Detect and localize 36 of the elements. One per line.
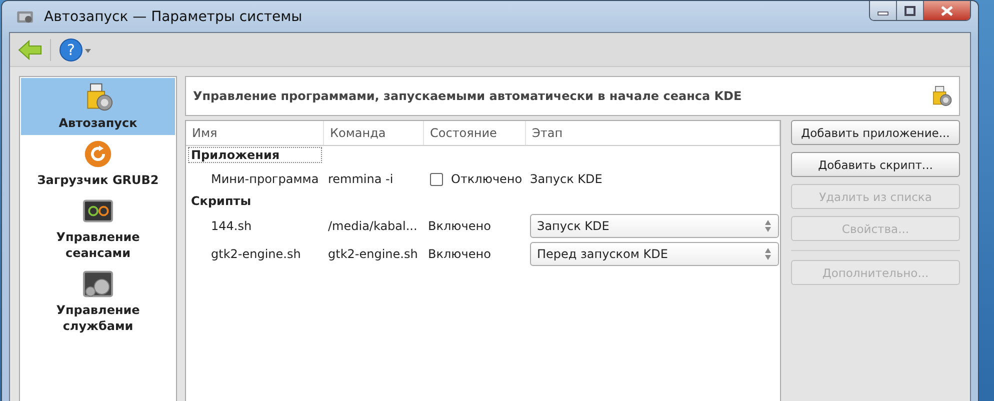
- header-title: Управление программами, запускаемыми автоматически в начале сеанса KDE: [193, 89, 742, 103]
- checkbox[interactable]: [430, 172, 443, 186]
- column-header[interactable]: Этап: [526, 121, 780, 145]
- sidebar-item[interactable]: Управление сеансами: [21, 192, 175, 265]
- group-label[interactable]: Скрипты: [188, 193, 322, 209]
- table-cell-text: remmina -i: [327, 172, 394, 186]
- table-cell-text: Мини-программа: [210, 172, 320, 186]
- table-cell-text: /media/kabal...: [327, 219, 418, 233]
- group-label[interactable]: Приложения: [188, 147, 322, 163]
- sidebar-item[interactable]: Управление службами: [21, 265, 175, 338]
- sidebar-item[interactable]: Загрузчик GRUB2: [21, 135, 175, 192]
- sidebar-item[interactable]: Автозапуск: [21, 78, 175, 135]
- minimize-button[interactable]: [870, 1, 897, 20]
- spinner-arrows-icon: [764, 247, 772, 261]
- column-header[interactable]: Состояние: [424, 121, 526, 145]
- refresh-icon: [83, 139, 113, 169]
- maximize-icon: [904, 6, 916, 16]
- status-text: Включено: [428, 219, 491, 233]
- window-title: Автозапуск — Параметры системы: [44, 8, 302, 24]
- table-cell-text: 144.sh: [210, 219, 253, 233]
- action-button[interactable]: Добавить скрипт...: [791, 152, 960, 177]
- usb-gear-icon: [930, 85, 952, 107]
- stage-dropdown[interactable]: Запуск KDE: [530, 214, 779, 238]
- table-cell-text: gtk2-engine.sh: [327, 247, 419, 261]
- column-header[interactable]: Имя: [186, 121, 324, 145]
- close-button[interactable]: [924, 1, 970, 20]
- close-icon: [940, 6, 954, 16]
- status-text: Отключено: [451, 172, 522, 186]
- column-header[interactable]: Команда: [324, 121, 424, 145]
- status-text: Включено: [428, 247, 491, 261]
- action-button[interactable]: Добавить приложение...: [791, 120, 960, 145]
- stage-dropdown[interactable]: Перед запуском KDE: [530, 242, 779, 266]
- spinner-arrows-icon: [764, 219, 772, 233]
- table-cell-text: gtk2-engine.sh: [210, 247, 302, 261]
- table-cell: Запуск KDE: [530, 172, 602, 186]
- maximize-button[interactable]: [897, 1, 924, 20]
